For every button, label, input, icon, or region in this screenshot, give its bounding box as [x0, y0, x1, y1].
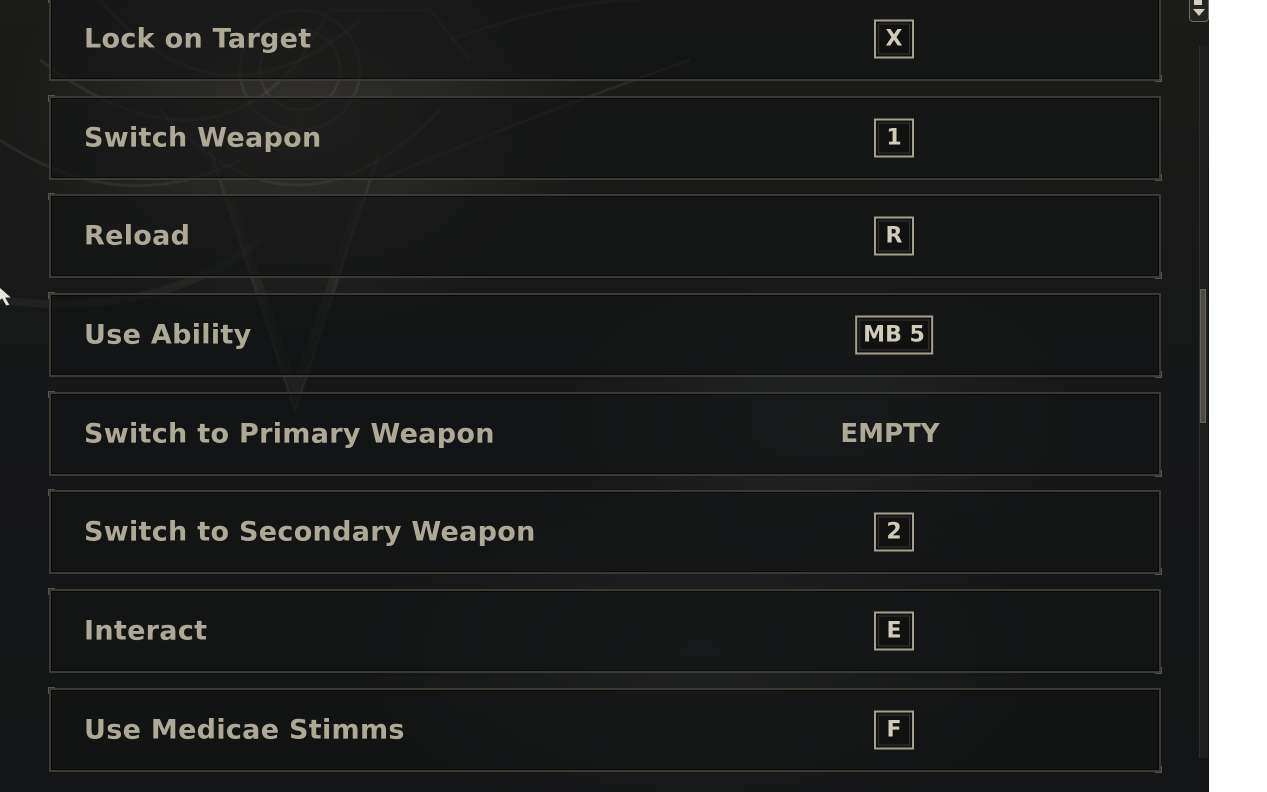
keybindings-screen: Lock on Target X Switch Weapon 1 Reload R Use …: [0, 0, 1209, 792]
keybinding-keycap[interactable]: 2: [874, 512, 914, 552]
keybinding-keycap[interactable]: 1: [874, 118, 914, 158]
mouse-cursor-icon: [0, 286, 14, 306]
keybinding-action-label: Use Medicae Stimms: [84, 714, 405, 746]
keybinding-list: Lock on Target X Switch Weapon 1 Reload R Use …: [48, 0, 1162, 787]
keybinding-action-label: Switch Weapon: [84, 122, 322, 154]
keybinding-action-label: Reload: [84, 220, 191, 252]
keybinding-row[interactable]: Switch Weapon 1: [48, 94, 1162, 181]
keybinding-row[interactable]: Switch to Primary Weapon EMPTY: [48, 390, 1162, 477]
keybinding-keycap[interactable]: MB 5: [855, 315, 933, 355]
keybinding-row[interactable]: Lock on Target X: [48, 0, 1162, 82]
scroll-up-arrow-icon[interactable]: [1189, 0, 1209, 22]
keybinding-row[interactable]: Use Ability MB 5: [48, 292, 1162, 379]
scrollbar-thumb[interactable]: [1200, 288, 1206, 423]
keybinding-action-label: Interact: [84, 615, 208, 647]
keybinding-keycap[interactable]: R: [874, 216, 914, 256]
keybinding-row[interactable]: Reload R: [48, 193, 1162, 280]
keybinding-keycap[interactable]: E: [874, 611, 914, 651]
keybinding-row[interactable]: Use Medicae Stimms F: [48, 686, 1162, 773]
keybinding-keycap[interactable]: F: [874, 710, 914, 750]
keybinding-action-label: Lock on Target: [84, 23, 312, 55]
keybinding-action-label: Switch to Primary Weapon: [84, 418, 495, 450]
keybinding-action-label: Use Ability: [84, 319, 252, 351]
keybinding-row[interactable]: Interact E: [48, 588, 1162, 675]
keybinding-action-label: Switch to Secondary Weapon: [84, 516, 536, 548]
keybinding-row[interactable]: Switch to Secondary Weapon 2: [48, 489, 1162, 576]
chevron-icon: [1193, 0, 1205, 16]
keybinding-empty-slot[interactable]: EMPTY: [840, 419, 939, 449]
keybinding-keycap[interactable]: X: [874, 19, 914, 59]
